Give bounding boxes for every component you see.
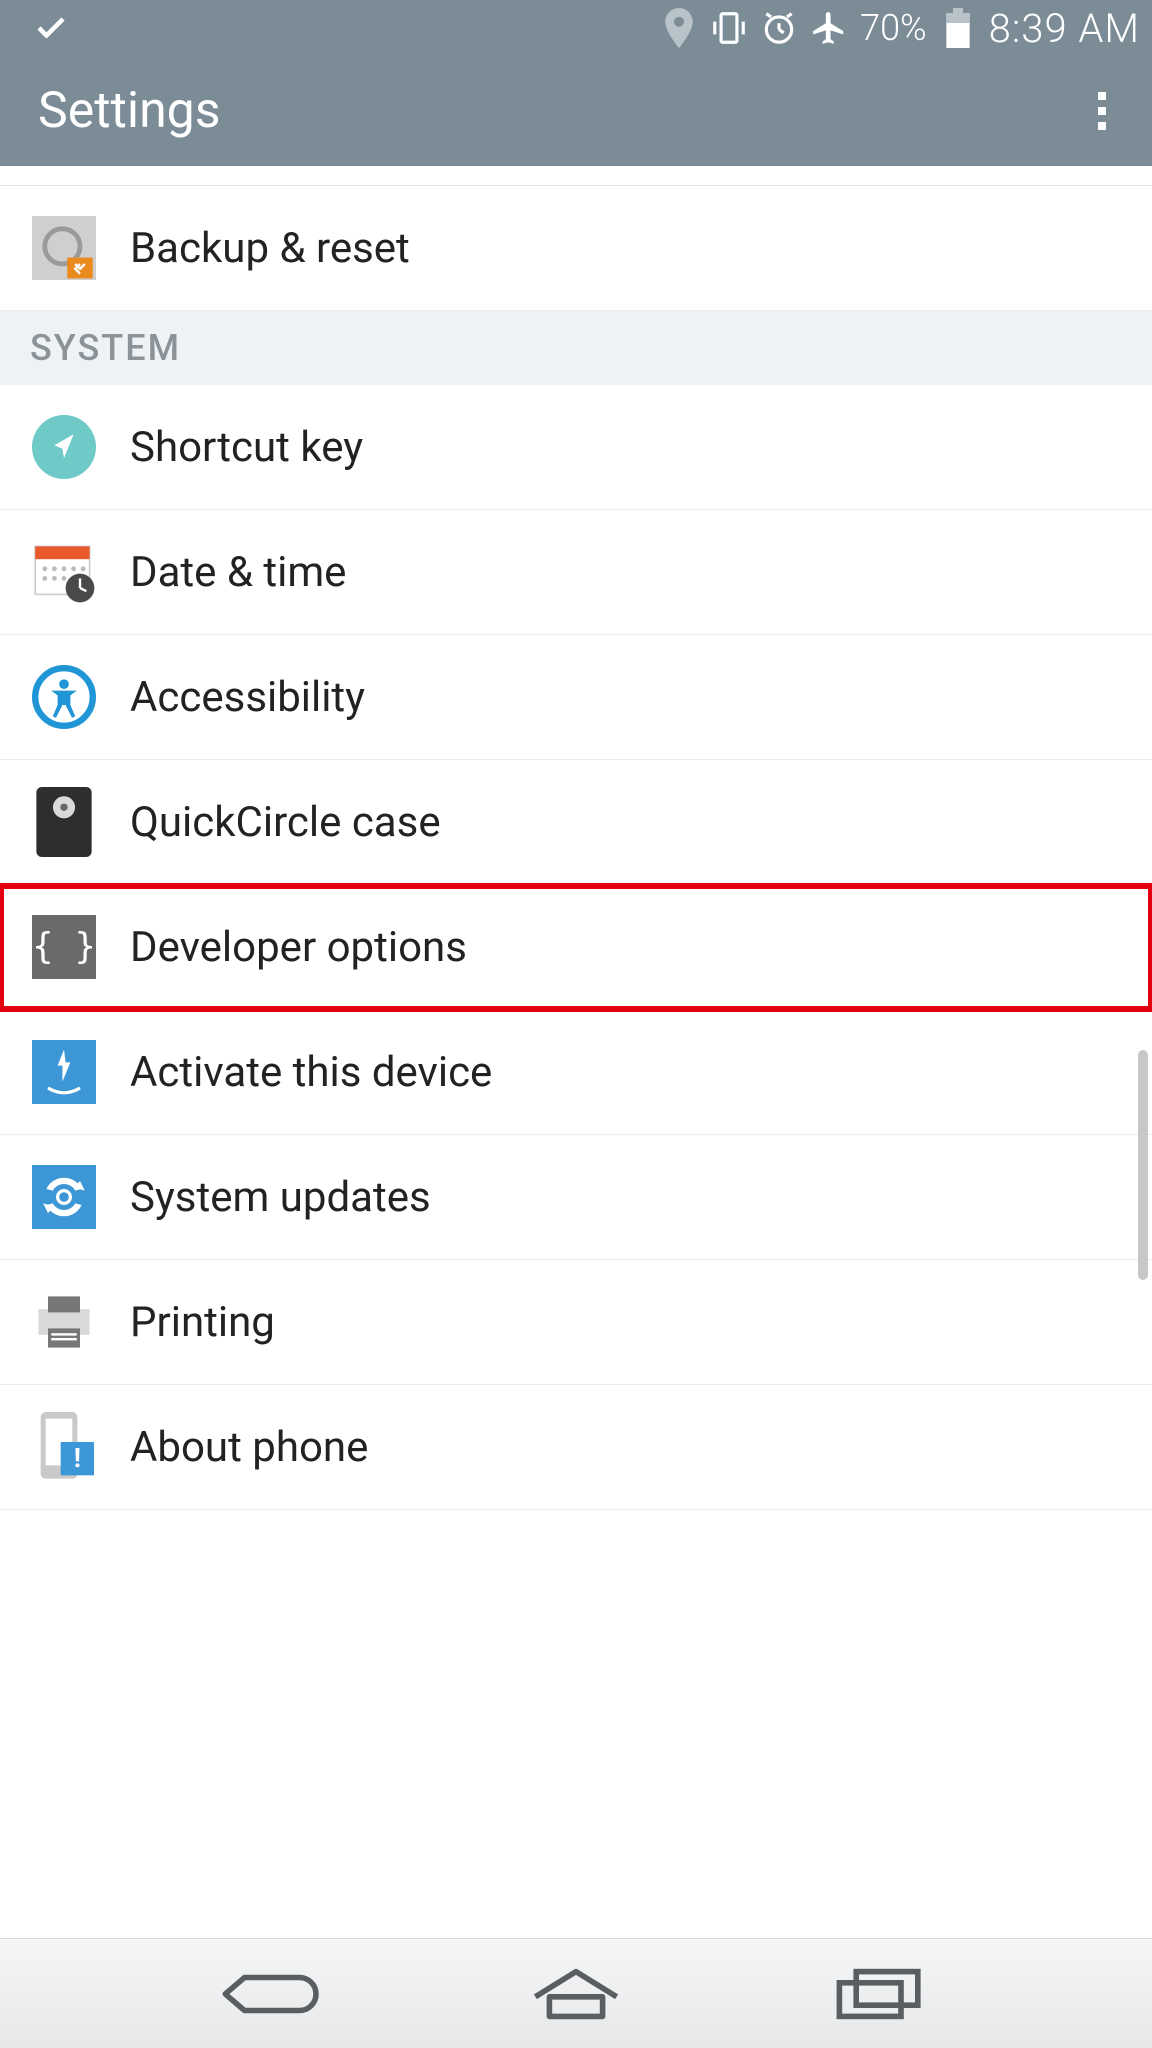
vibrate-icon — [710, 9, 748, 47]
list-item-label: Accessibility — [130, 673, 365, 722]
status-bar: 70% 8:39 AM — [0, 0, 1152, 56]
list-item-system-updates[interactable]: System updates — [0, 1135, 1152, 1260]
system-updates-icon — [30, 1163, 98, 1231]
quickcircle-icon — [30, 788, 98, 856]
clock-time: 8:39 AM — [989, 5, 1140, 52]
date-time-icon — [30, 538, 98, 606]
battery-percentage: 70% — [860, 7, 927, 49]
nav-bar — [0, 1938, 1152, 2048]
recent-apps-button[interactable] — [820, 1964, 940, 2024]
app-bar: Settings — [0, 56, 1152, 166]
list-item-label: Activate this device — [130, 1048, 492, 1097]
list-item-developer-options[interactable]: { } Developer options — [0, 885, 1152, 1010]
list-item-label: System updates — [130, 1173, 431, 1222]
developer-options-icon: { } — [30, 913, 98, 981]
alarm-icon — [760, 9, 798, 47]
list-item-label: About phone — [130, 1423, 368, 1472]
check-icon — [32, 9, 70, 47]
list-item-accessibility[interactable]: Accessibility — [0, 635, 1152, 760]
list-item-date-time[interactable]: Date & time — [0, 510, 1152, 635]
list-item-label: Date & time — [130, 548, 346, 597]
home-button[interactable] — [516, 1964, 636, 2024]
shortcut-key-icon — [30, 413, 98, 481]
more-options-button[interactable] — [1098, 92, 1114, 130]
list-item-activate-device[interactable]: Activate this device — [0, 1010, 1152, 1135]
settings-list: Backup & reset SYSTEM Shortcut key Date … — [0, 166, 1152, 1510]
svg-text:{ }: { } — [32, 926, 96, 967]
list-item-label: Backup & reset — [130, 224, 410, 273]
list-item-label: QuickCircle case — [130, 798, 441, 847]
list-item-shortcut-key[interactable]: Shortcut key — [0, 385, 1152, 510]
scroll-indicator[interactable] — [1138, 1050, 1148, 1280]
list-item-backup-reset[interactable]: Backup & reset — [0, 186, 1152, 311]
backup-reset-icon — [30, 214, 98, 282]
section-header-system: SYSTEM — [0, 311, 1152, 385]
list-item-label: Printing — [130, 1298, 275, 1347]
printing-icon — [30, 1288, 98, 1356]
accessibility-icon — [30, 663, 98, 731]
activate-device-icon — [30, 1038, 98, 1106]
battery-icon — [939, 9, 977, 47]
list-item-about-phone[interactable]: ! About phone — [0, 1385, 1152, 1510]
list-item-label: Shortcut key — [130, 423, 363, 472]
spacer — [0, 166, 1152, 186]
list-item-quickcircle[interactable]: QuickCircle case — [0, 760, 1152, 885]
list-item-printing[interactable]: Printing — [0, 1260, 1152, 1385]
svg-text:!: ! — [74, 1442, 81, 1474]
about-phone-icon: ! — [30, 1413, 98, 1481]
location-icon — [660, 9, 698, 47]
airplane-icon — [810, 9, 848, 47]
page-title: Settings — [38, 82, 221, 140]
list-item-label: Developer options — [130, 923, 467, 972]
back-button[interactable] — [212, 1964, 332, 2024]
